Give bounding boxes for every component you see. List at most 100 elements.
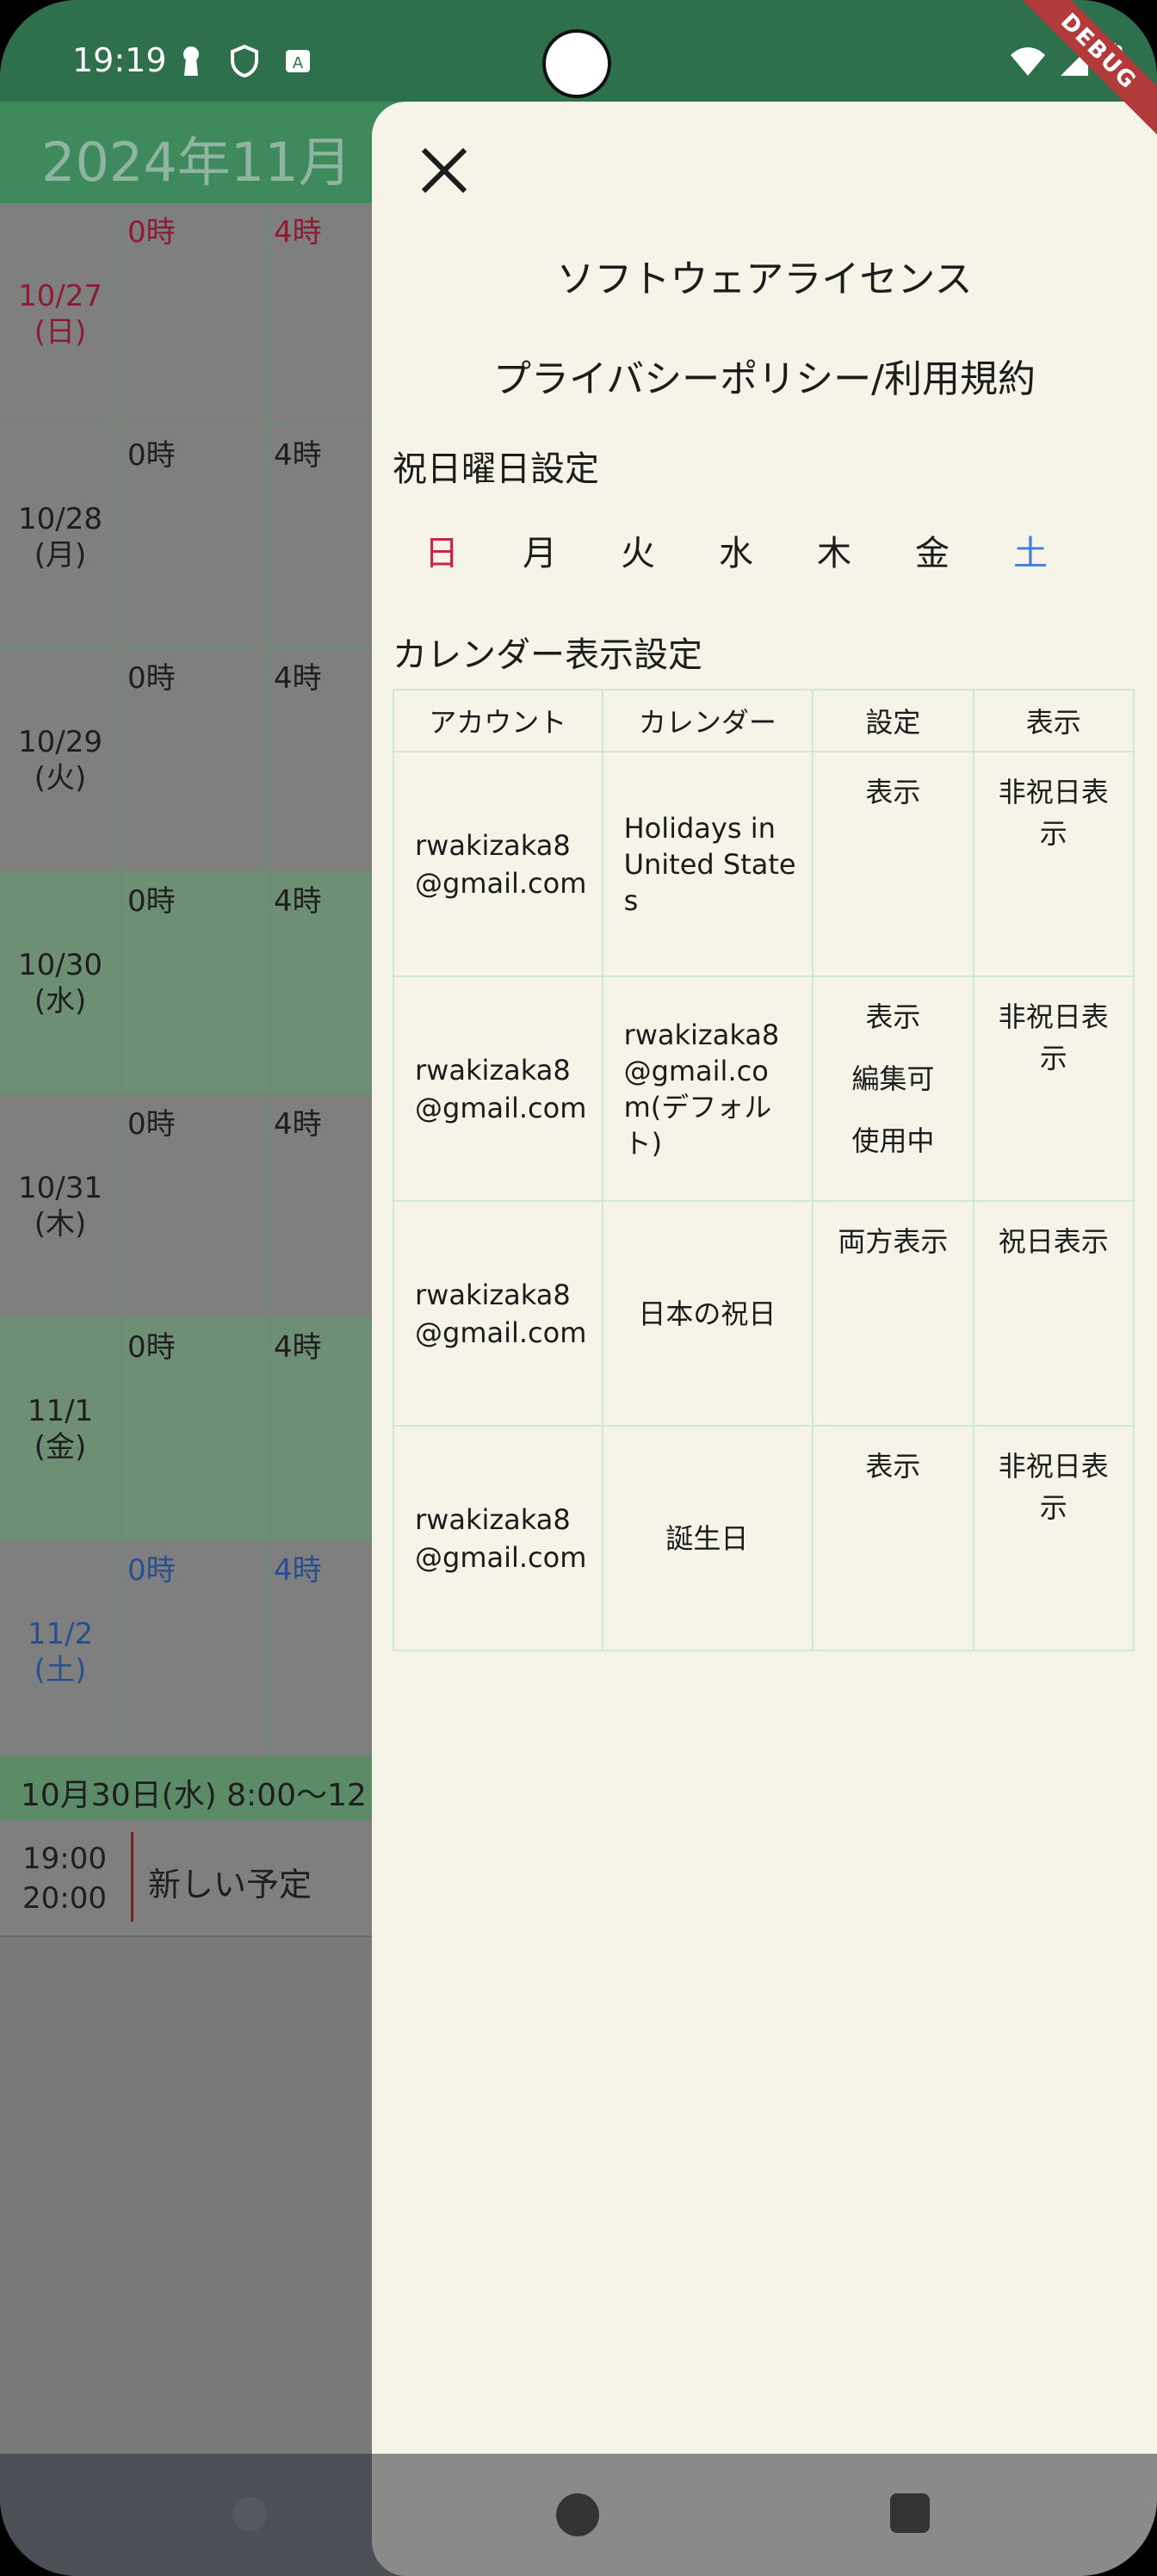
table-row: rwakizaka8 @gmail.com 誕生日 表示 非祝日表 示 (393, 1425, 1135, 1651)
setting-toggle[interactable]: 表示 (814, 771, 971, 813)
screen: 19:19 A 2024年11月 10/27 (日) 0時 4時 10/28 (… (0, 0, 1157, 2576)
calendar-cell: 誕生日 (601, 1425, 814, 1651)
weekday-sunday[interactable]: 日 (393, 525, 491, 575)
display-toggle[interactable]: 祝日表示 (972, 1200, 1135, 1427)
weekday-wednesday[interactable]: 水 (687, 525, 785, 575)
holiday-weekday-title: 祝日曜日設定 (393, 449, 599, 489)
event-end: 20:00 (22, 1881, 107, 1916)
settings-cell: 表示 (812, 1425, 974, 1651)
hour-label: 4時 (274, 215, 322, 250)
status-time: 19:19 (72, 41, 167, 79)
keyboard-a-icon: A (284, 45, 312, 77)
drawer-nav-bar (372, 2454, 1157, 2576)
column-divider (269, 203, 270, 424)
day-label: 10/31 (木) (0, 1095, 122, 1316)
day-row[interactable]: 10/28 (月) 0時 4時 (0, 426, 379, 649)
hour-label: 4時 (274, 438, 322, 473)
account-cell: rwakizaka8 @gmail.com (393, 1200, 603, 1427)
calendar-settings-table: アカウント カレンダー 設定 表示 rwakizaka8 @gmail.com … (393, 689, 1135, 1651)
hour-label: 0時 (127, 1330, 176, 1365)
day-label: 10/27 (日) (0, 203, 122, 424)
calendar-display-title: カレンダー表示設定 (393, 635, 702, 675)
setting-toggle[interactable]: 両方表示 (814, 1221, 971, 1262)
event-color-bar (131, 1832, 133, 1922)
header-display: 表示 (972, 689, 1135, 752)
setting-toggle[interactable]: 編集可 (814, 1058, 971, 1099)
hour-label: 0時 (127, 215, 176, 250)
calendar-cell: 日本の祝日 (601, 1200, 814, 1427)
hour-label: 0時 (127, 884, 176, 919)
camera-cutout (542, 29, 611, 98)
month-title: 2024年11月 (41, 131, 352, 194)
day-row[interactable]: 10/31 (木) 0時 4時 (0, 1095, 379, 1318)
wifi-icon (1009, 46, 1047, 81)
software-license-link[interactable]: ソフトウェアライセンス (372, 248, 1157, 303)
event-times: 19:00 20:00 (22, 1839, 107, 1918)
hour-label: 0時 (127, 661, 176, 696)
close-icon[interactable] (418, 145, 470, 196)
header-account: アカウント (393, 689, 603, 752)
event-list-date: 10月30日(水) 8:00〜12 (21, 1778, 367, 1813)
setting-toggle[interactable]: 表示 (814, 1446, 971, 1487)
header-calendar: カレンダー (601, 689, 814, 752)
calendar-cell: Holidays in United State s (601, 751, 814, 977)
recent-apps-icon[interactable] (890, 2493, 930, 2533)
back-icon[interactable] (232, 2497, 267, 2531)
table-row: rwakizaka8 @gmail.com Holidays in United… (393, 751, 1135, 977)
day-row[interactable]: 10/27 (日) 0時 4時 (0, 203, 379, 426)
weekday-monday[interactable]: 月 (491, 525, 589, 575)
hour-label: 0時 (127, 438, 176, 473)
week-grid: 10/27 (日) 0時 4時 10/28 (月) 0時 4時 10/29 (火… (0, 203, 379, 1764)
table-row: rwakizaka8 @gmail.com rwakizaka8 @gmail.… (393, 975, 1135, 1202)
display-toggle[interactable]: 非祝日表 示 (972, 1425, 1135, 1651)
shield-icon (231, 44, 258, 78)
day-label: 10/29 (火) (0, 649, 122, 870)
column-divider (269, 872, 270, 1093)
column-divider (269, 1541, 270, 1762)
keyhole-icon (177, 45, 205, 77)
day-row[interactable]: 11/2 (土) 0時 4時 (0, 1541, 379, 1764)
settings-cell: 両方表示 (812, 1200, 974, 1427)
weekday-tuesday[interactable]: 火 (589, 525, 687, 575)
account-cell: rwakizaka8 @gmail.com (393, 1425, 603, 1651)
hour-label: 0時 (127, 1107, 176, 1142)
weekday-selector: 日 月 火 水 木 金 土 (393, 525, 1081, 575)
setting-toggle[interactable]: 表示 (814, 996, 971, 1037)
weekday-friday[interactable]: 金 (883, 525, 981, 575)
account-cell: rwakizaka8 @gmail.com (393, 751, 603, 977)
svg-text:A: A (293, 54, 304, 72)
hour-label: 0時 (127, 1553, 176, 1588)
header-settings: 設定 (812, 689, 974, 752)
column-divider (269, 426, 270, 647)
column-divider (269, 1318, 270, 1539)
day-label: 11/1 (金) (0, 1318, 122, 1539)
hour-label: 4時 (274, 1553, 322, 1588)
settings-cell: 表示 編集可 使用中 (812, 975, 974, 1202)
display-toggle[interactable]: 非祝日表 示 (972, 751, 1135, 977)
event-title: 新しい予定 (148, 1866, 312, 1904)
display-toggle[interactable]: 非祝日表 示 (972, 975, 1135, 1202)
account-cell: rwakizaka8 @gmail.com (393, 975, 603, 1202)
setting-toggle[interactable]: 使用中 (814, 1120, 971, 1161)
hour-label: 4時 (274, 1330, 322, 1365)
table-row: rwakizaka8 @gmail.com 日本の祝日 両方表示 祝日表示 (393, 1200, 1135, 1427)
hour-label: 4時 (274, 884, 322, 919)
hour-label: 4時 (274, 661, 322, 696)
hour-label: 4時 (274, 1107, 322, 1142)
column-divider (269, 1095, 270, 1316)
table-header-row: アカウント カレンダー 設定 表示 (393, 689, 1135, 752)
day-label: 10/28 (月) (0, 426, 122, 647)
privacy-terms-link[interactable]: プライバシーポリシー/利用規約 (372, 348, 1157, 403)
settings-cell: 表示 (812, 751, 974, 977)
day-row[interactable]: 11/1 (金) 0時 4時 (0, 1318, 379, 1541)
calendar-cell: rwakizaka8 @gmail.co m(デフォル ト) (601, 975, 814, 1202)
day-row-today[interactable]: 10/30 (水) 0時 4時 (0, 872, 379, 1095)
event-start: 19:00 (22, 1842, 107, 1876)
weekday-saturday[interactable]: 土 (981, 525, 1080, 575)
status-notification-icons: A (177, 44, 312, 78)
day-label: 11/2 (土) (0, 1541, 122, 1762)
weekday-thursday[interactable]: 木 (785, 525, 883, 575)
day-row[interactable]: 10/29 (火) 0時 4時 (0, 649, 379, 872)
home-icon[interactable] (556, 2493, 599, 2536)
column-divider (269, 649, 270, 870)
